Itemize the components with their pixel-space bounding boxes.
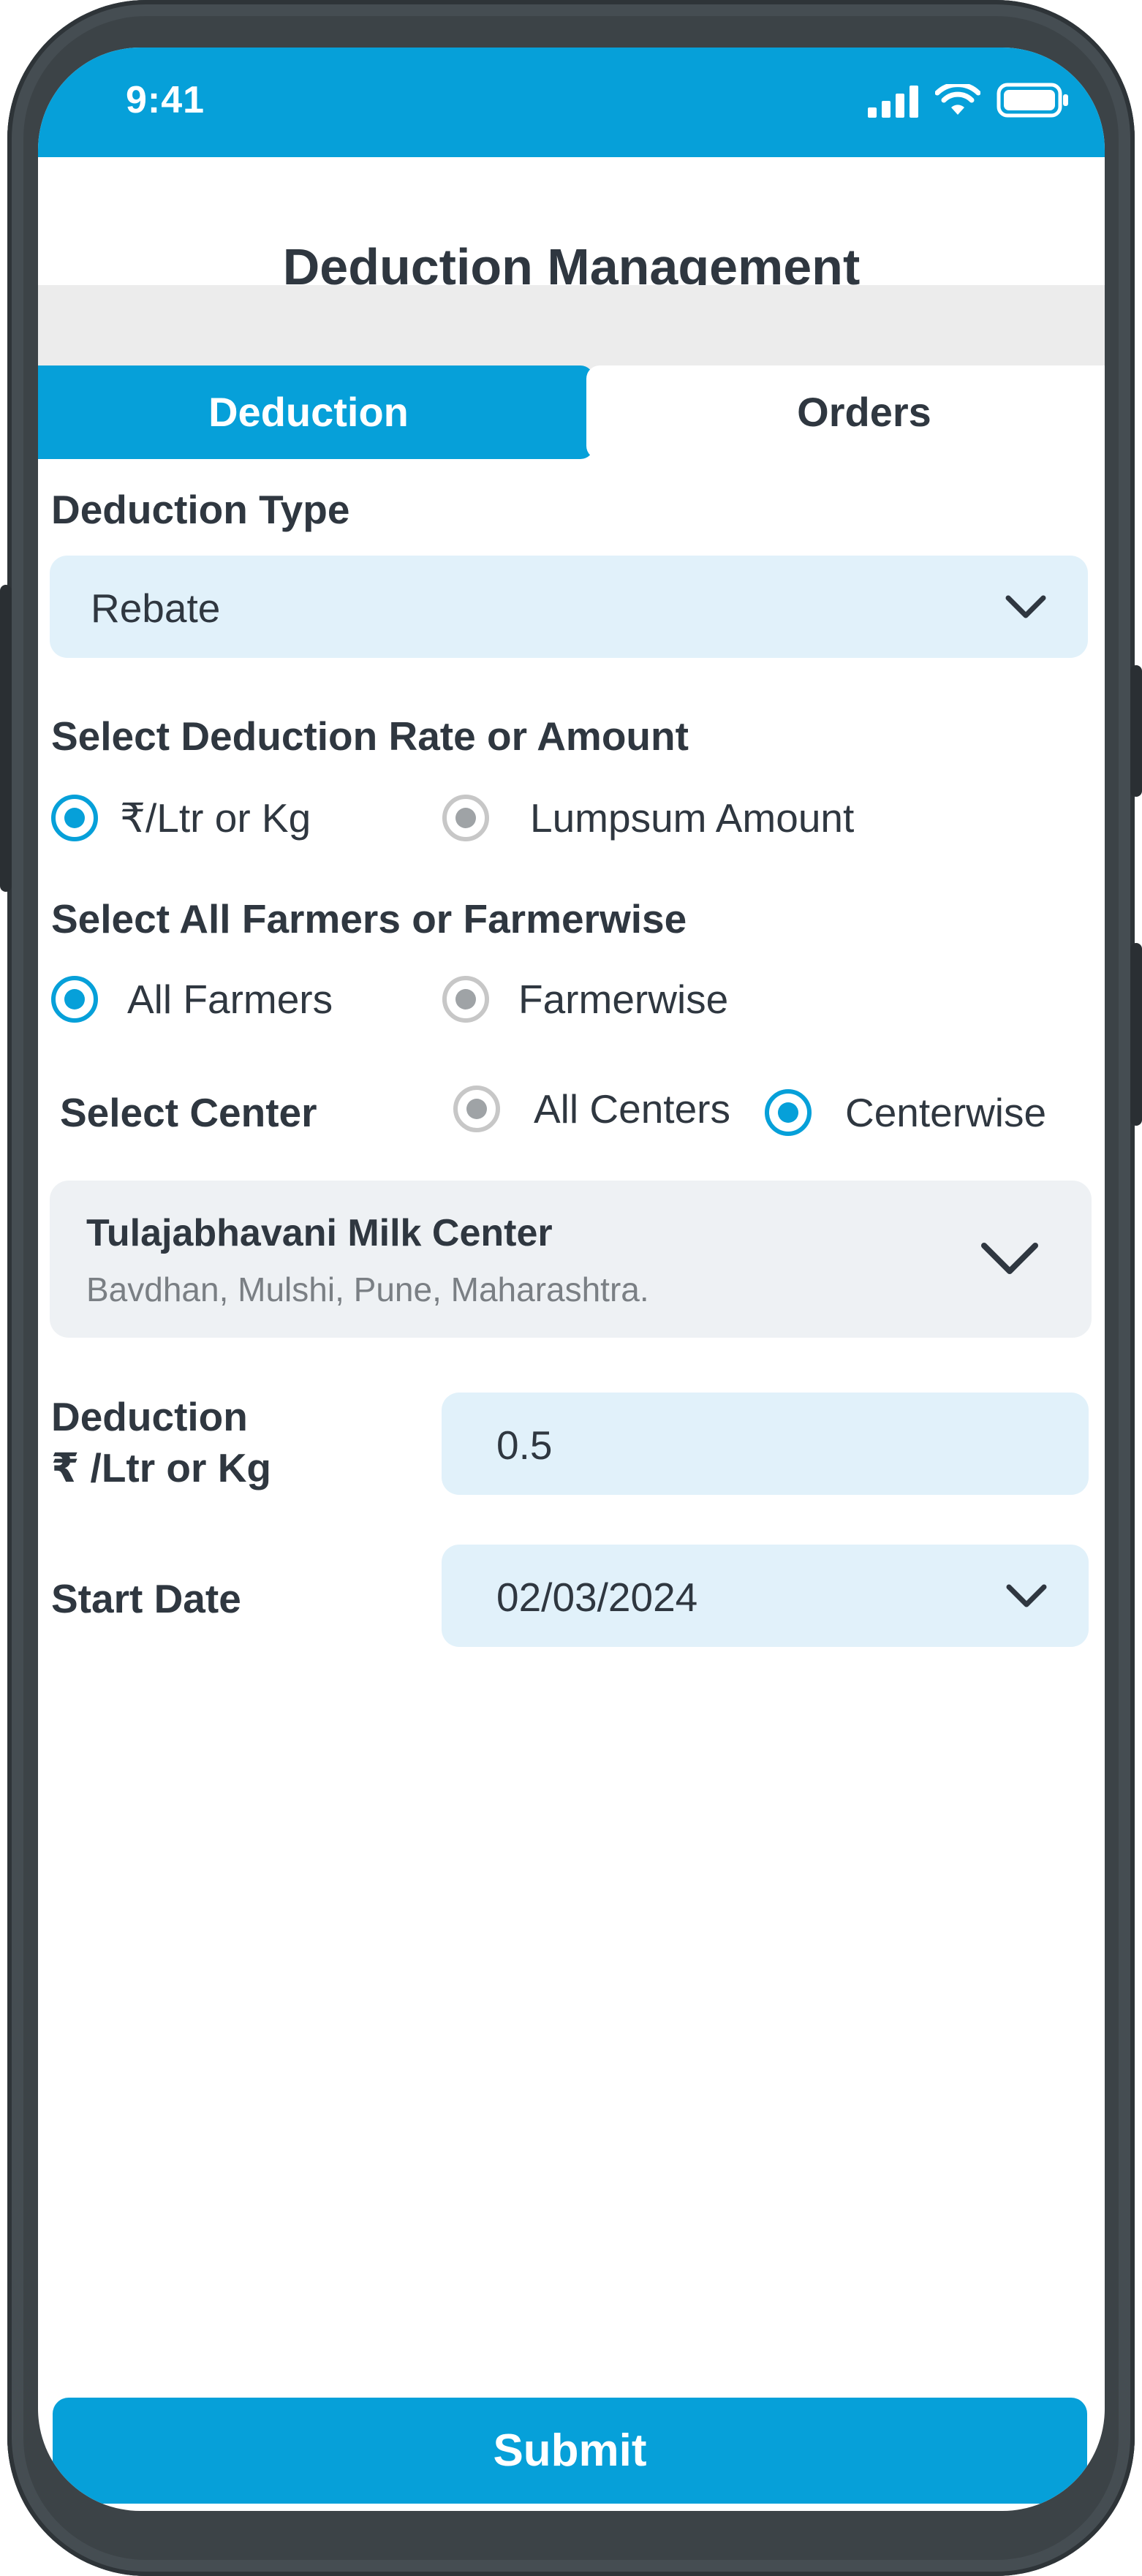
radio-all-farmers[interactable]: All Farmers <box>51 976 333 1023</box>
deduction-type-dropdown[interactable]: Rebate <box>50 556 1088 658</box>
start-date-label: Start Date <box>51 1576 241 1621</box>
radio-farmerwise[interactable]: Farmerwise <box>442 976 728 1023</box>
radio-all-farmers-label: All Farmers <box>127 977 333 1022</box>
deduction-rate-value: 0.5 <box>496 1423 553 1468</box>
radio-lumpsum-amount[interactable]: Lumpsum Amount <box>442 795 854 841</box>
status-bar: 9:41 <box>38 48 1105 157</box>
radio-all-centers-label: All Centers <box>534 1086 730 1132</box>
chevron-down-icon <box>981 1243 1038 1274</box>
deduction-rate-label-line1: Deduction <box>51 1394 248 1439</box>
phone-side-button-left <box>0 585 12 892</box>
radio-button-selected[interactable] <box>51 795 98 841</box>
status-icons <box>868 83 1070 118</box>
radio-rate-per-ltr[interactable]: ₹/Ltr or Kg <box>51 795 311 841</box>
radio-button[interactable] <box>442 976 489 1023</box>
radio-centerwise-label: Centerwise <box>845 1090 1047 1135</box>
farmers-label: Select All Farmers or Farmerwise <box>51 896 687 942</box>
radio-button-selected[interactable] <box>765 1089 812 1136</box>
deduction-type-label: Deduction Type <box>51 487 350 532</box>
radio-all-centers[interactable]: All Centers <box>453 1086 730 1132</box>
rate-or-amount-label: Select Deduction Rate or Amount <box>51 713 689 759</box>
center-address: Bavdhan, Mulshi, Pune, Maharashtra. <box>86 1270 649 1308</box>
radio-button-selected[interactable] <box>51 976 98 1023</box>
center-label: Select Center <box>60 1090 317 1135</box>
deduction-rate-label: Deduction ₹ /Ltr or Kg <box>51 1391 271 1493</box>
phone-side-button-right-1 <box>1130 665 1142 797</box>
radio-button[interactable] <box>453 1086 500 1132</box>
chevron-down-icon <box>1005 595 1046 618</box>
tab-orders[interactable]: Orders <box>586 365 1105 459</box>
deduction-rate-label-line2: ₹ /Ltr or Kg <box>51 1445 272 1490</box>
radio-rate-per-ltr-label: ₹/Ltr or Kg <box>120 795 311 841</box>
deduction-type-value: Rebate <box>91 586 221 631</box>
tab-bar: Deduction Orders <box>38 285 1105 459</box>
start-date-picker[interactable]: 02/03/2024 <box>442 1545 1089 1647</box>
center-name: Tulajabhavani Milk Center <box>86 1212 553 1254</box>
start-date-value: 02/03/2024 <box>496 1575 698 1620</box>
status-time: 9:41 <box>126 79 205 121</box>
submit-button[interactable]: Submit <box>53 2398 1087 2504</box>
center-dropdown[interactable]: Tulajabhavani Milk Center Bavdhan, Mulsh… <box>50 1181 1092 1338</box>
radio-farmerwise-label: Farmerwise <box>518 977 729 1022</box>
tab-deduction[interactable]: Deduction <box>38 365 594 459</box>
radio-button[interactable] <box>442 795 489 841</box>
chevron-down-icon <box>1006 1584 1047 1607</box>
wifi-icon <box>935 84 980 115</box>
radio-centerwise[interactable]: Centerwise <box>765 1089 1046 1136</box>
phone-side-button-right-2 <box>1130 943 1142 1126</box>
screen: 9:41 Deduction Management Deduction Orde <box>38 48 1105 2511</box>
signal-icon <box>868 86 918 118</box>
radio-lumpsum-label: Lumpsum Amount <box>530 795 855 841</box>
battery-icon <box>997 83 1068 118</box>
deduction-rate-input[interactable]: 0.5 <box>442 1393 1089 1495</box>
